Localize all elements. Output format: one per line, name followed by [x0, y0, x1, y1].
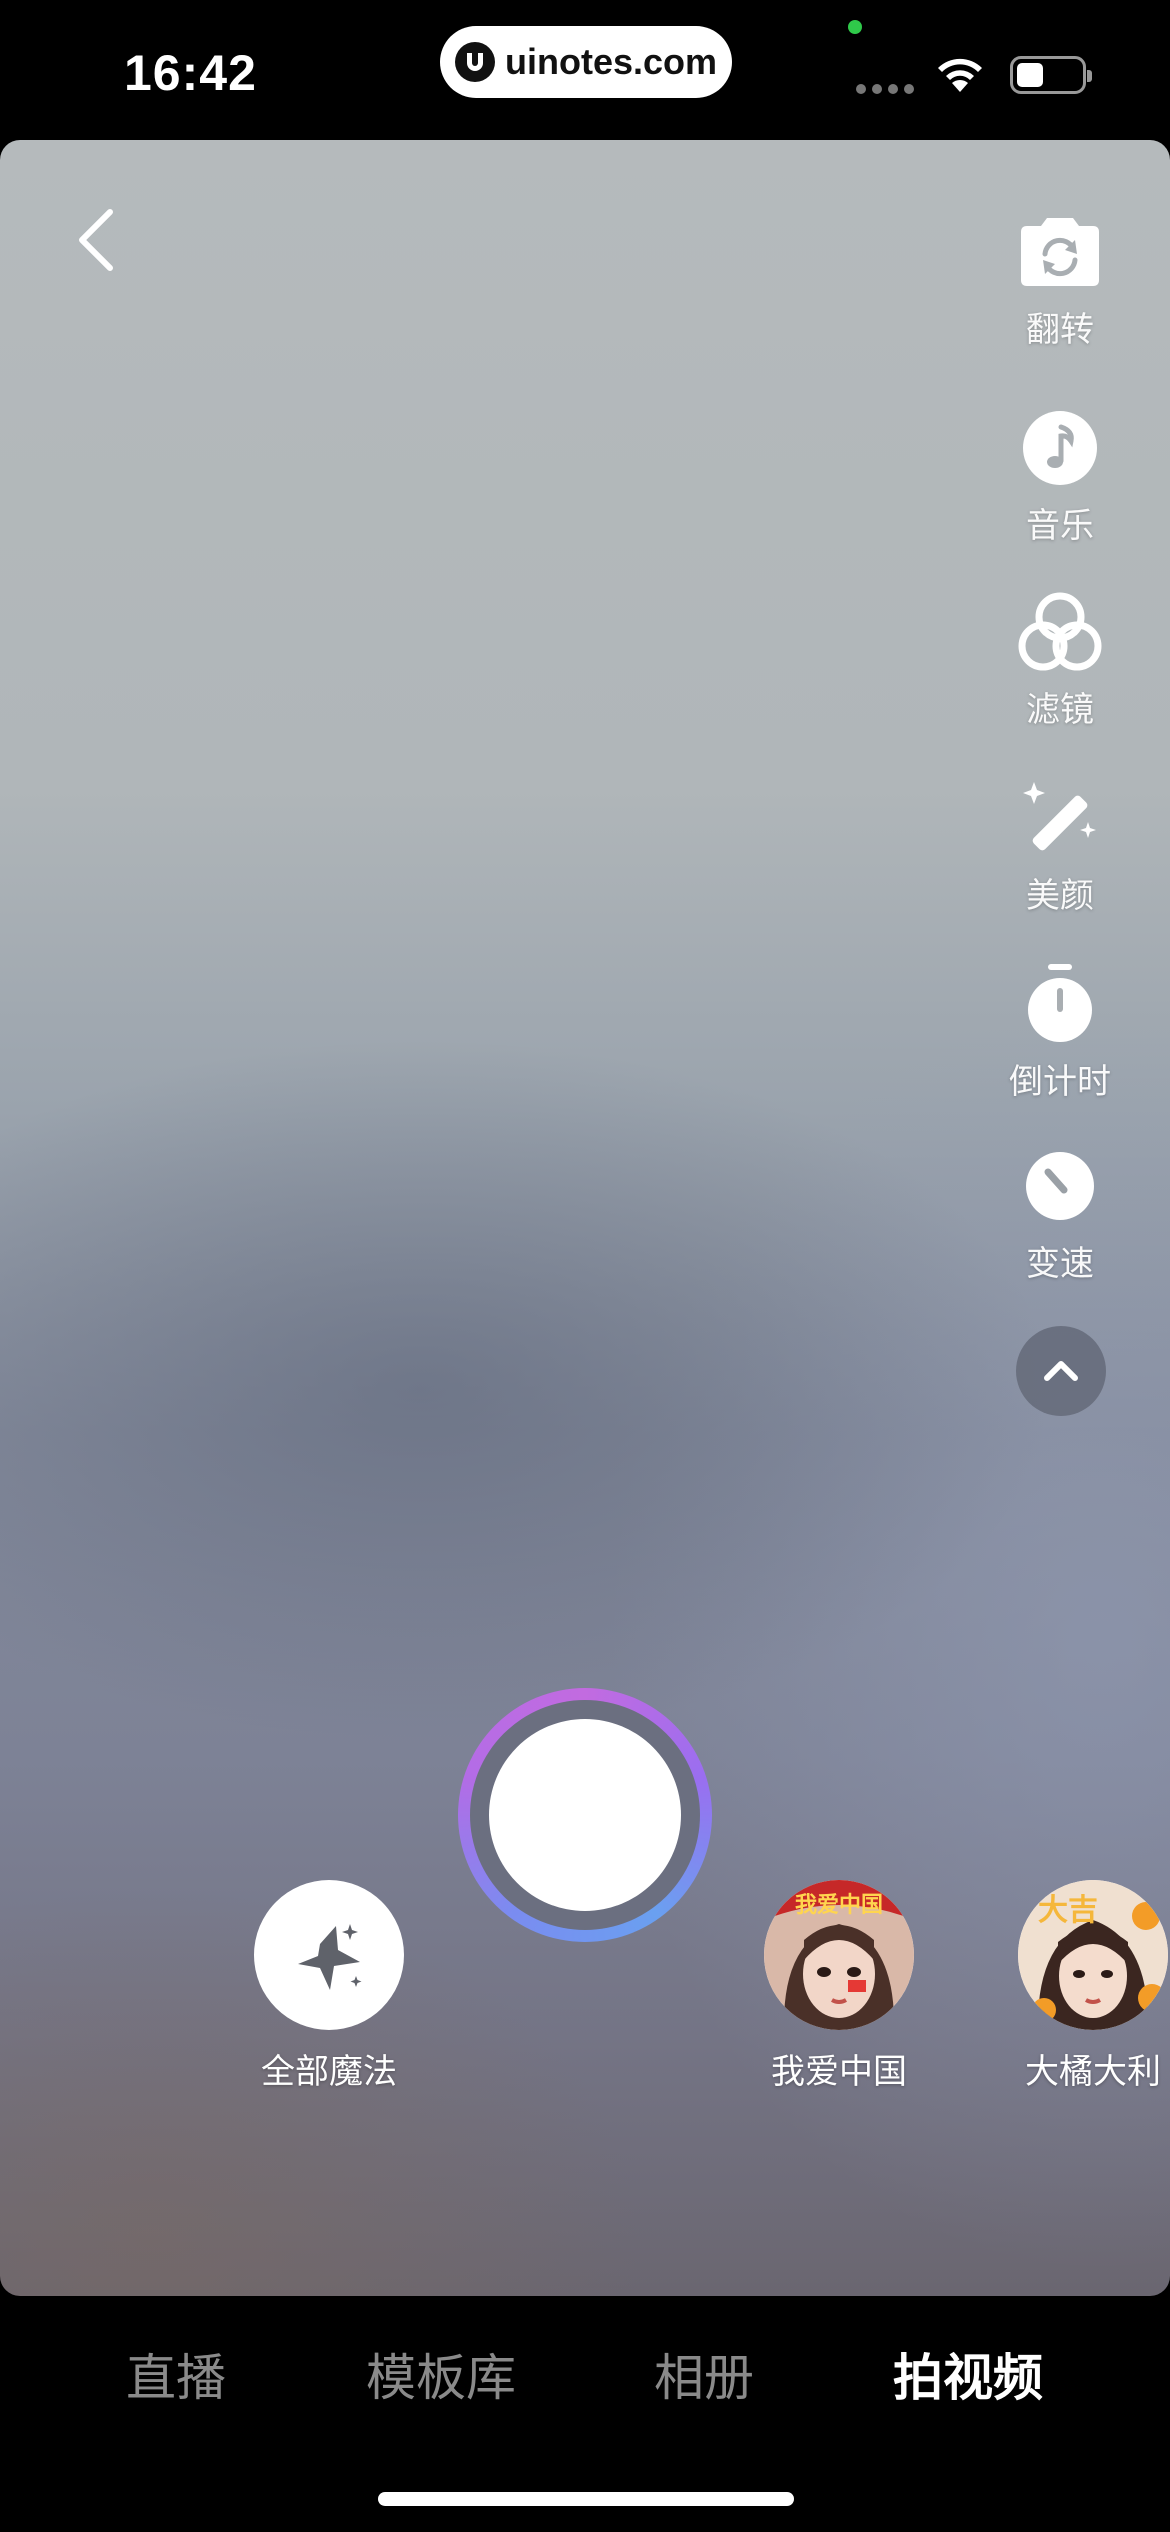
timer-icon [1014, 958, 1106, 1050]
tool-label: 倒计时 [1009, 1062, 1111, 1102]
camera-preview: 翻转 音乐 滤镜 美颜 倒计时 变速 [0, 140, 1170, 2296]
tool-flip-button[interactable]: 翻转 [995, 206, 1125, 351]
tool-label: 翻转 [1026, 310, 1094, 350]
tool-label: 美颜 [1026, 876, 1094, 916]
tab-live[interactable]: 直播 [126, 2338, 226, 2410]
url-text: uinotes.com [504, 41, 718, 82]
tab-album[interactable]: 相册 [654, 2338, 754, 2410]
record-button[interactable] [458, 1688, 712, 1942]
effect-label: 全部魔法 [261, 2052, 397, 2092]
tool-label: 音乐 [1026, 506, 1094, 546]
back-button[interactable] [66, 200, 126, 280]
tool-label: 滤镜 [1026, 690, 1094, 730]
tool-filter-button[interactable]: 滤镜 [995, 586, 1125, 731]
wifi-icon [938, 58, 982, 92]
collapse-tools-button[interactable] [1016, 1326, 1106, 1416]
effect-thumbnail: 我爱中国 [764, 1880, 914, 2030]
effect-thumbnail: 大吉 [1018, 1880, 1168, 2030]
site-logo-icon [454, 42, 495, 82]
url-pill[interactable]: uinotes.com [440, 26, 732, 98]
camera-indicator-dot [848, 20, 862, 34]
effect-label: 大橘大利 [1025, 2052, 1161, 2092]
music-note-icon [1014, 402, 1106, 494]
effect-item[interactable]: 我爱中国 我爱中国 [764, 1880, 914, 2093]
home-indicator [378, 2492, 794, 2506]
tool-beauty-button[interactable]: 美颜 [995, 772, 1125, 917]
magic-wand-icon [1014, 772, 1106, 864]
filter-icon [1014, 586, 1106, 678]
tab-shoot-video[interactable]: 拍视频 [893, 2338, 1043, 2410]
tab-templates[interactable]: 模板库 [366, 2338, 516, 2410]
battery-icon [1010, 56, 1092, 94]
effect-label: 我爱中国 [771, 2052, 907, 2092]
sticker-text: 大吉 [1038, 1893, 1098, 1928]
tool-speed-button[interactable]: 变速 [995, 1140, 1125, 1285]
all-magic-button[interactable]: 全部魔法 [254, 1880, 404, 2093]
tool-label: 变速 [1026, 1244, 1094, 1284]
chevron-up-icon [1044, 1361, 1078, 1381]
status-time: 16:42 [124, 45, 257, 101]
speed-icon [1014, 1140, 1106, 1232]
tool-timer-button[interactable]: 倒计时 [995, 958, 1125, 1103]
sticker-text: 我爱中国 [795, 1893, 883, 1918]
camera-flip-icon [1014, 206, 1106, 298]
effect-item[interactable]: 大吉 大橘大利 [1018, 1880, 1168, 2093]
tool-music-button[interactable]: 音乐 [995, 402, 1125, 547]
screen: 16:42 uinotes.com 翻转 音乐 滤镜 美颜 倒计时 变速 全部魔… [0, 0, 1170, 2532]
signal-icon [856, 84, 914, 94]
magic-icon [254, 1880, 404, 2030]
record-button-core [489, 1719, 681, 1911]
